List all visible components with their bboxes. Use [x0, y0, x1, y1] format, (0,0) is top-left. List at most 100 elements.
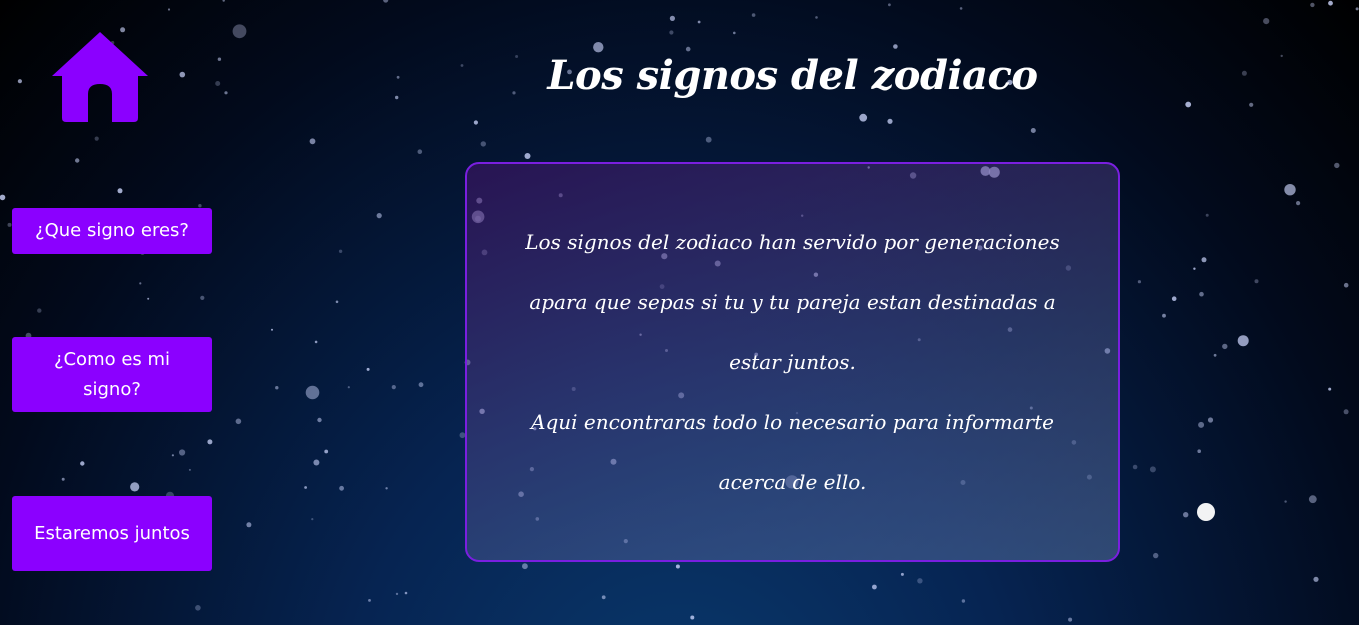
- what-sign-button[interactable]: ¿Que signo eres?: [12, 208, 212, 254]
- star: [271, 328, 273, 331]
- star: [1199, 291, 1204, 297]
- star: [37, 308, 42, 313]
- star: [1343, 282, 1349, 288]
- star: [80, 461, 85, 466]
- star: [217, 57, 222, 61]
- star: [669, 30, 674, 35]
- star: [690, 615, 695, 620]
- info-paragraph-1: Los signos del zodiaco han servido por g…: [525, 230, 1060, 374]
- star: [232, 24, 247, 39]
- star: [1328, 0, 1333, 6]
- star: [94, 136, 99, 141]
- info-text: Los signos del zodiaco han servido por g…: [517, 212, 1068, 512]
- star: [697, 20, 701, 24]
- star: [1132, 464, 1138, 470]
- star: [1068, 617, 1073, 622]
- star: [1241, 70, 1247, 76]
- star: [1310, 2, 1315, 8]
- star: [1213, 353, 1217, 357]
- will-we-be-together-button[interactable]: Estaremos juntos: [12, 496, 212, 571]
- star: [1249, 102, 1254, 107]
- star: [167, 8, 171, 11]
- star: [347, 386, 350, 389]
- star: [751, 13, 756, 17]
- star: [1280, 54, 1283, 58]
- star: [366, 367, 370, 371]
- star: [215, 81, 221, 86]
- star: [0, 194, 6, 201]
- star: [139, 282, 142, 285]
- star: [1183, 512, 1189, 518]
- page-title: Los signos del zodiaco: [547, 52, 1038, 99]
- star: [1149, 466, 1156, 473]
- star: [669, 15, 676, 21]
- star: [1197, 449, 1201, 454]
- star: [396, 75, 400, 79]
- star: [335, 300, 339, 304]
- star: [304, 486, 307, 489]
- star: [1193, 267, 1196, 270]
- how-is-my-sign-button[interactable]: ¿Como es mi signo?: [12, 337, 212, 412]
- star: [311, 518, 314, 521]
- info-card: Los signos del zodiaco han servido por g…: [465, 162, 1120, 562]
- star: [117, 188, 123, 194]
- star: [887, 118, 893, 124]
- star: [17, 79, 22, 84]
- star: [275, 386, 279, 390]
- star: [305, 385, 320, 400]
- star: [179, 71, 186, 78]
- star: [1162, 313, 1166, 318]
- star: [404, 591, 408, 595]
- bright-star: [1197, 503, 1215, 521]
- star: [376, 213, 382, 219]
- star: [188, 468, 191, 471]
- star: [460, 64, 464, 67]
- star: [524, 153, 531, 159]
- star: [1222, 343, 1228, 350]
- star: [1185, 101, 1192, 108]
- star: [224, 91, 228, 95]
- star: [815, 16, 818, 19]
- star: [1296, 201, 1301, 206]
- star: [395, 95, 399, 100]
- star: [1263, 18, 1270, 25]
- star: [961, 599, 966, 603]
- star: [1153, 552, 1159, 559]
- star: [1284, 500, 1287, 503]
- home-button[interactable]: [50, 30, 150, 126]
- star: [1198, 421, 1205, 428]
- star: [339, 485, 344, 491]
- star: [391, 385, 396, 390]
- star: [888, 3, 891, 7]
- star: [171, 454, 174, 457]
- star: [317, 417, 322, 423]
- star: [309, 138, 316, 145]
- star: [601, 595, 606, 600]
- star: [675, 564, 680, 569]
- star: [1207, 417, 1214, 423]
- star: [179, 449, 186, 456]
- star: [733, 31, 736, 35]
- star: [235, 418, 242, 425]
- star: [417, 149, 423, 154]
- star: [1343, 409, 1349, 415]
- star: [1328, 387, 1332, 391]
- star: [338, 249, 343, 253]
- star: [872, 584, 877, 590]
- star: [1237, 335, 1249, 347]
- star: [61, 477, 65, 481]
- star: [1334, 162, 1340, 169]
- home-icon: [52, 32, 148, 122]
- star: [418, 382, 424, 388]
- star: [383, 0, 389, 3]
- star: [705, 136, 712, 143]
- star: [1201, 257, 1207, 263]
- star: [198, 204, 202, 208]
- star: [75, 158, 80, 163]
- star: [1308, 495, 1317, 504]
- star: [385, 487, 388, 490]
- info-paragraph-2: Aqui encontraras todo lo necesario para …: [531, 410, 1054, 494]
- star: [222, 0, 225, 2]
- star: [313, 459, 320, 466]
- star: [1030, 128, 1036, 133]
